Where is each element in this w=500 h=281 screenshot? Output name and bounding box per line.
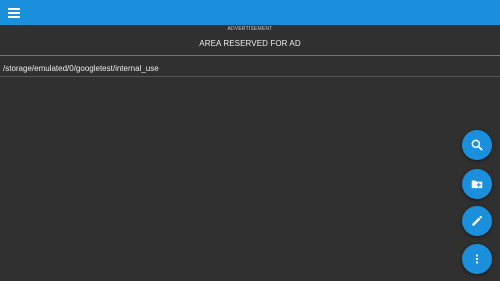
ad-divider bbox=[0, 55, 500, 56]
new-folder-icon bbox=[471, 180, 483, 189]
search-button[interactable] bbox=[462, 130, 492, 160]
app-window: ADVERTISEMENT AREA RESERVED FOR AD /stor… bbox=[0, 0, 500, 281]
top-toolbar bbox=[0, 0, 500, 25]
path-divider bbox=[0, 76, 500, 77]
more-vertical-icon bbox=[475, 254, 479, 264]
more-options-button[interactable] bbox=[462, 244, 492, 274]
edit-button[interactable] bbox=[462, 206, 492, 236]
search-icon bbox=[471, 139, 483, 151]
pencil-icon bbox=[472, 215, 483, 226]
ad-placeholder-text: AREA RESERVED FOR AD bbox=[199, 39, 301, 48]
new-folder-button[interactable] bbox=[462, 169, 492, 199]
path-bar: /storage/emulated/0/googletest/internal_… bbox=[0, 62, 500, 76]
ad-caption: ADVERTISEMENT bbox=[227, 26, 273, 32]
ad-banner: ADVERTISEMENT AREA RESERVED FOR AD bbox=[0, 25, 500, 55]
current-path: /storage/emulated/0/googletest/internal_… bbox=[3, 64, 159, 73]
hamburger-menu-icon[interactable] bbox=[7, 6, 21, 19]
